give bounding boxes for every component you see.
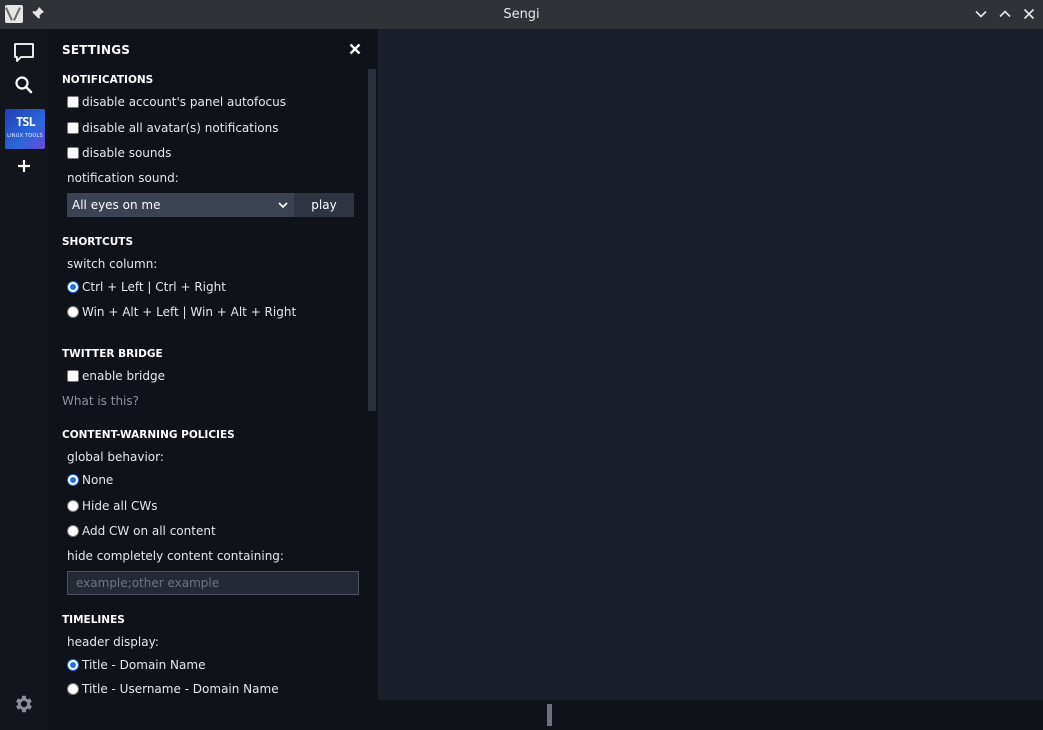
settings-panel: SETTINGS NOTIFICATIONS disable account's… [48,29,378,700]
hide-containing-input[interactable]: example;other example [67,571,359,595]
bottom-bar [48,700,1043,730]
twitter-bridge-title: TWITTER BRIDGE [62,348,163,360]
messages-button[interactable] [8,37,40,69]
shortcut-option-ctrl[interactable]: Ctrl + Left | Ctrl + Right [67,280,226,294]
pin-icon[interactable] [30,6,46,22]
header-option-title-username-domain-label: Title - Username - Domain Name [82,682,279,696]
global-behavior-label: global behavior: [67,450,164,464]
switch-column-label: switch column: [67,257,158,271]
radio-selected[interactable] [67,659,79,671]
notification-sound-label: notification sound: [67,171,179,185]
chevron-up-icon [999,10,1011,18]
cw-option-add-cw[interactable]: Add CW on all content [67,524,216,538]
panel-scrollbar[interactable] [368,69,376,411]
account-avatar[interactable]: TSL LINUX TOOLS [5,109,45,149]
chevron-down-icon [975,10,987,18]
timelines-title: TIMELINES [62,614,125,626]
shortcuts-title: SHORTCUTS [62,236,134,248]
checkbox[interactable] [67,370,79,382]
shortcut-option-win-label: Win + Alt + Left | Win + Alt + Right [82,305,297,319]
avatar-subtitle: LINUX TOOLS [7,133,43,139]
plus-icon [18,160,30,172]
checkbox[interactable] [67,122,79,134]
radio[interactable] [67,500,79,512]
disable-sounds-checkbox[interactable]: disable sounds [67,146,171,160]
avatar-logo-text: TSL [16,115,36,129]
shortcut-option-ctrl-label: Ctrl + Left | Ctrl + Right [82,280,226,294]
close-icon [349,43,361,55]
cw-option-add-cw-label: Add CW on all content [82,524,216,538]
gear-icon [16,695,32,713]
panel-title: SETTINGS [62,43,131,57]
settings-close-button[interactable] [348,41,362,55]
header-option-title-domain[interactable]: Title - Domain Name [67,658,205,672]
close-icon [1023,8,1035,20]
cw-option-none-label: None [82,473,114,487]
title-bar: Sengi [0,0,1043,29]
chat-bubble-icon [14,43,34,62]
disable-avatar-notifications-label: disable all avatar(s) notifications [82,121,279,135]
chevron-down-icon [278,202,288,209]
content-warning-title: CONTENT-WARNING POLICIES [62,429,235,441]
radio[interactable] [67,683,79,695]
shortcut-option-win[interactable]: Win + Alt + Left | Win + Alt + Right [67,305,296,319]
radio[interactable] [67,525,79,537]
maximize-button[interactable] [997,6,1013,22]
window-close-button[interactable] [1021,6,1037,22]
header-display-label: header display: [67,635,159,649]
radio[interactable] [67,306,79,318]
hide-containing-label: hide completely content containing: [67,549,284,563]
disable-autofocus-checkbox[interactable]: disable account's panel autofocus [67,95,286,109]
checkbox[interactable] [67,147,79,159]
notifications-title: NOTIFICATIONS [62,74,154,86]
header-option-title-domain-label: Title - Domain Name [82,658,206,672]
search-button[interactable] [8,69,40,101]
main-content-area [378,29,1043,700]
disable-autofocus-label: disable account's panel autofocus [82,95,287,109]
disable-avatar-notifications-checkbox[interactable]: disable all avatar(s) notifications [67,121,279,135]
play-sound-button[interactable]: play [294,193,354,217]
what-is-this-link[interactable]: What is this? [62,394,139,408]
cw-option-hide-all[interactable]: Hide all CWs [67,499,158,513]
app-icon [5,5,23,23]
window-title: Sengi [503,7,540,22]
cw-option-none[interactable]: None [67,473,113,487]
header-option-title-username-domain[interactable]: Title - Username - Domain Name [67,682,279,696]
radio-selected[interactable] [67,281,79,293]
cw-option-hide-all-label: Hide all CWs [82,499,158,513]
radio-selected[interactable] [67,474,79,486]
horizontal-scroll-handle[interactable] [547,704,552,726]
nav-rail: TSL LINUX TOOLS [0,29,48,730]
notification-sound-select[interactable]: All eyes on me [67,193,294,217]
add-account-button[interactable] [8,150,40,182]
enable-bridge-label: enable bridge [82,369,165,383]
search-icon [15,76,33,94]
checkbox[interactable] [67,96,79,108]
enable-bridge-checkbox[interactable]: enable bridge [67,369,165,383]
notification-sound-value: All eyes on me [72,198,161,212]
settings-button[interactable] [13,693,35,715]
minimize-button[interactable] [973,6,989,22]
disable-sounds-label: disable sounds [82,146,172,160]
